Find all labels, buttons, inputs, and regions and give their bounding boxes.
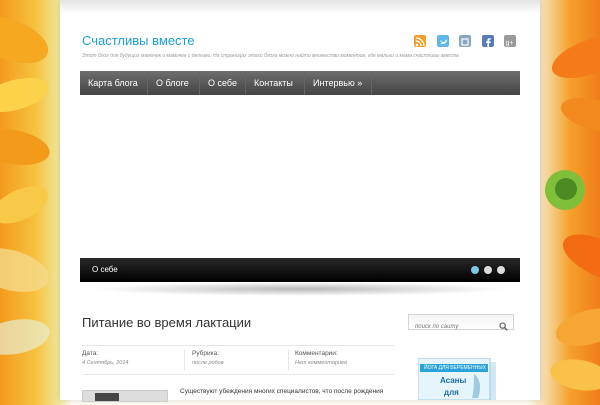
nav-item-contacts[interactable]: Контакты [246,71,305,95]
meta-date-value: 4 Сентябрь, 2014 [82,360,129,366]
site-title-link[interactable]: Счастливы вместе [82,33,195,48]
book-title-1: ЙОГА ДЛЯ БЕРЕМЕННЫХ [424,365,487,371]
post-title[interactable]: Питание во время лактации [82,315,251,330]
facebook-icon[interactable] [482,35,494,48]
right-flower-decoration [540,0,600,400]
site-description: Этот блог для будущих мамочек и мамочек … [82,53,459,59]
nav-item-about-me[interactable]: О себе [200,71,246,95]
meta-category-link[interactable]: после родов [192,360,224,366]
meta-category-label: Рубрика: [192,350,220,357]
nav-item-interview[interactable]: Интервью » [305,71,372,95]
rss-icon[interactable] [414,35,426,47]
meta-comments: Комментарии: Нет комментариев [295,350,347,366]
meta-date: Дата: 4 Сентябрь, 2014 [82,350,128,366]
post-excerpt: Существуют убеждения многих специалистов… [180,388,384,395]
yoga-book-banner[interactable]: ЙОГА ДЛЯ БЕРЕМЕННЫХ Асаны для [417,357,504,401]
search-icon[interactable] [499,318,508,336]
twitter-icon[interactable] [437,35,449,47]
google-plus-icon[interactable]: g+ [504,35,516,47]
page-container: Счастливы вместе Этот блог для будущих м… [60,0,540,402]
main-navigation: Карта блога О блоге О себе Контакты Инте… [80,71,520,95]
nav-item-sitemap[interactable]: Карта блога [80,71,148,95]
slider-shadow [90,282,510,296]
nav-item-about-blog[interactable]: О блоге [148,71,200,95]
slider-dot-2[interactable] [484,266,492,274]
featured-slider[interactable] [80,96,520,258]
square-icon[interactable] [459,35,471,47]
meta-comments-label: Комментарии: [295,350,338,357]
slider-caption-bar: О себе [80,258,520,282]
meta-date-label: Дата: [82,350,99,357]
slider-dot-1[interactable] [471,266,479,274]
left-flower-decoration [0,0,60,400]
meta-comments-link[interactable]: Нет комментариев [295,360,347,366]
meta-divider [184,350,185,370]
search-box [408,314,514,334]
book-title-3: для [444,388,459,397]
meta-category: Рубрика: после родов [192,350,224,366]
slider-caption[interactable]: О себе [92,265,118,274]
search-input[interactable] [409,320,495,334]
post-thumbnail[interactable] [82,390,168,402]
top-bar [60,0,540,14]
slider-dot-3[interactable] [497,266,505,274]
svg-text:g+: g+ [506,40,514,47]
meta-divider [288,350,289,370]
book-title-2: Асаны [440,376,467,385]
post-meta: Дата: 4 Сентябрь, 2014 Рубрика: после ро… [82,345,394,375]
